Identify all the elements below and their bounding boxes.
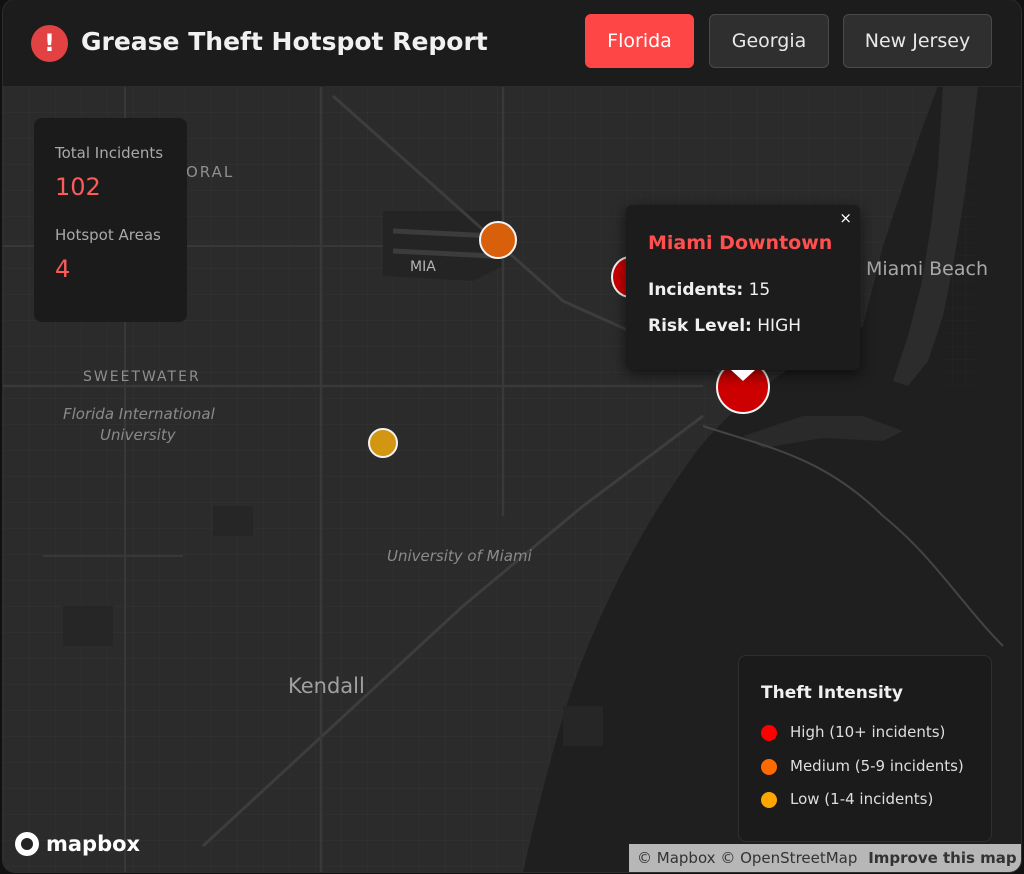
legend-panel: Theft Intensity High (10+ incidents) Med… [738,655,992,842]
popup-pointer [731,370,755,381]
header: ! Grease Theft Hotspot Report Florida Ge… [3,0,1021,87]
popup-risk-label: Risk Level: [648,316,752,336]
hotspot-areas-label: Hotspot Areas [55,226,161,244]
legend-label-low: Low (1-4 incidents) [790,790,934,808]
state-button-georgia[interactable]: Georgia [709,14,829,68]
legend-label-high: High (10+ incidents) [790,723,946,741]
popup-incidents-value: 15 [748,280,771,300]
state-button-new-jersey[interactable]: New Jersey [843,14,992,68]
map-label-miami-beach: Miami Beach [866,258,988,280]
attribution-mapbox-link[interactable]: © Mapbox [637,844,716,872]
popup-incidents-label: Incidents: [648,280,744,300]
legend-label-medium: Medium (5-9 incidents) [790,757,964,775]
mapbox-logo-icon [15,832,39,856]
map-label-kendall: Kendall [288,674,365,698]
legend-dot-high-icon [761,725,777,741]
map-label-university-of-miami: University of Miami [387,547,532,565]
popup-risk: Risk Level: HIGH [648,316,801,336]
legend-dot-medium-icon [761,759,777,775]
improve-map-link[interactable]: Improve this map [868,844,1016,872]
hotspot-marker-low[interactable] [368,428,398,458]
state-button-florida[interactable]: Florida [585,14,694,68]
map-canvas[interactable]: ORAL MIA Miami Beach SWEETWATER Florida … [3,86,1021,872]
attribution-osm-link[interactable]: © OpenStreetMap [720,844,857,872]
legend-title: Theft Intensity [761,683,904,703]
map-label-fiu-line1: Florida International [63,405,215,423]
hotspot-areas-value: 4 [55,255,71,283]
map-label-sweetwater: SWEETWATER [83,369,201,385]
map-label-doral: ORAL [186,163,235,181]
mapbox-logo-text: mapbox [46,832,141,856]
map-label-mia: MIA [410,259,436,275]
page-title: Grease Theft Hotspot Report [81,27,488,56]
popup-risk-value: HIGH [757,316,802,336]
hotspot-marker-medium[interactable] [479,221,517,259]
hotspot-popup: × Miami Downtown Incidents: 15 Risk Leve… [626,205,860,370]
close-icon[interactable]: × [839,209,852,227]
popup-incidents: Incidents: 15 [648,280,770,300]
app-window: ! Grease Theft Hotspot Report Florida Ge… [3,0,1021,872]
popup-title: Miami Downtown [648,232,833,254]
total-incidents-value: 102 [55,173,101,201]
map-attribution: © Mapbox © OpenStreetMap Improve this ma… [629,844,1021,872]
stats-panel: Total Incidents 102 Hotspot Areas 4 [34,118,187,322]
map-label-fiu-line2: University [100,426,176,444]
total-incidents-label: Total Incidents [55,144,164,162]
alert-circle-icon: ! [31,25,68,62]
legend-dot-low-icon [761,792,777,808]
